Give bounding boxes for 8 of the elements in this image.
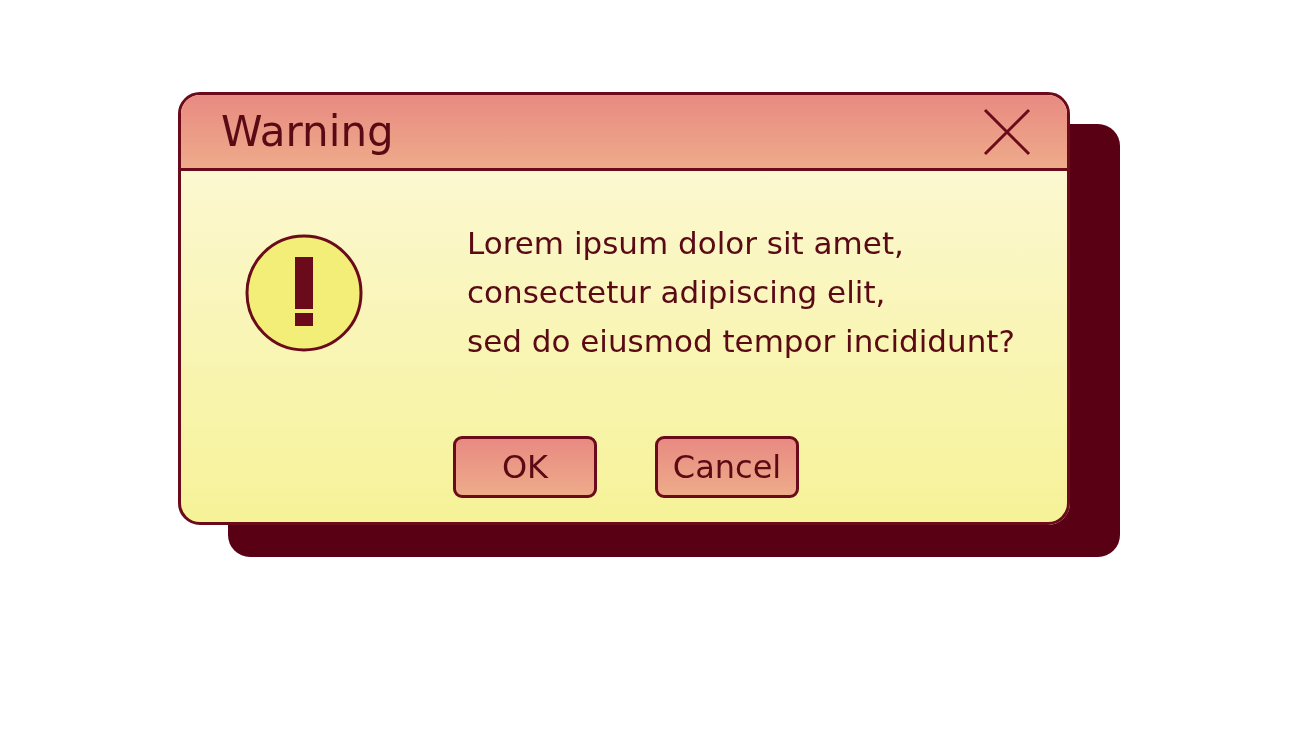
message-text: sed do eiusmod tempor incididunt? (467, 322, 1015, 361)
cancel-button[interactable]: Cancel (655, 436, 799, 498)
window-title: Warning (221, 107, 394, 156)
message-text: Lorem ipsum dolor sit amet, (467, 224, 905, 263)
message-text: consectetur adipiscing elit, (467, 273, 887, 312)
warning-icon (244, 232, 364, 353)
close-icon[interactable] (982, 106, 1032, 157)
ok-button[interactable]: OK (453, 436, 597, 498)
